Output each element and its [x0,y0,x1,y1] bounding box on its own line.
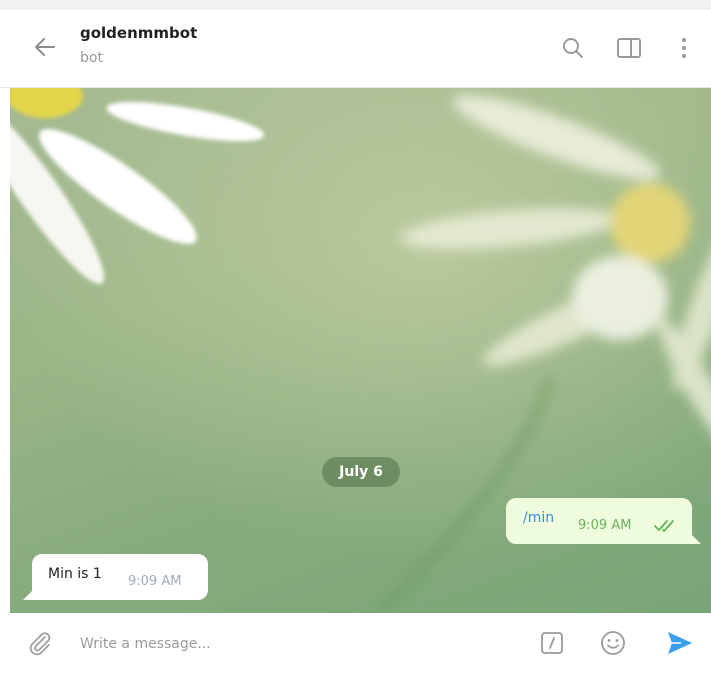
telegram-chat-window: goldenmmbot bot July 6 /min 9:09 AM Min … [0,0,711,673]
message-text[interactable]: /min [523,510,554,526]
chat-subtitle: bot [80,50,103,66]
double-check-icon [654,520,674,532]
message-time: 9:09 AM [578,518,632,533]
send-icon [668,632,692,654]
chat-title: goldenmmbot [80,24,198,42]
emoji-icon [601,631,625,655]
message-time: 9:09 AM [128,574,182,589]
incoming-message-bubble[interactable]: Min is 1 9:09 AM [23,554,208,600]
search-icon [563,38,583,58]
bubble-tail [23,590,33,600]
back-arrow-icon [35,38,55,56]
emoji-button[interactable] [598,628,628,658]
chat-area[interactable]: July 6 /min 9:09 AM Min is 1 9:09 AM [10,88,711,613]
date-separator: July 6 [322,457,400,487]
chat-title-block[interactable]: goldenmmbot bot [80,24,197,66]
message-input[interactable] [80,631,500,657]
sidebar-toggle-button[interactable] [615,34,643,62]
paperclip-icon [29,632,51,656]
sidebar-toggle-icon [617,38,641,58]
window-top-strip [0,0,711,10]
chat-header: goldenmmbot bot [0,10,711,88]
bubble-tail [691,534,701,544]
more-menu-button[interactable] [670,34,698,62]
message-text[interactable]: Min is 1 [48,566,102,582]
outgoing-message-bubble[interactable]: /min 9:09 AM [506,498,701,544]
send-button[interactable] [665,629,695,657]
bot-command-icon [541,632,563,654]
search-button[interactable] [559,34,587,62]
more-vertical-icon [682,38,686,58]
message-composer [0,613,711,673]
bot-commands-button[interactable] [538,629,566,657]
back-button[interactable] [28,30,62,64]
attach-button[interactable] [26,629,54,657]
